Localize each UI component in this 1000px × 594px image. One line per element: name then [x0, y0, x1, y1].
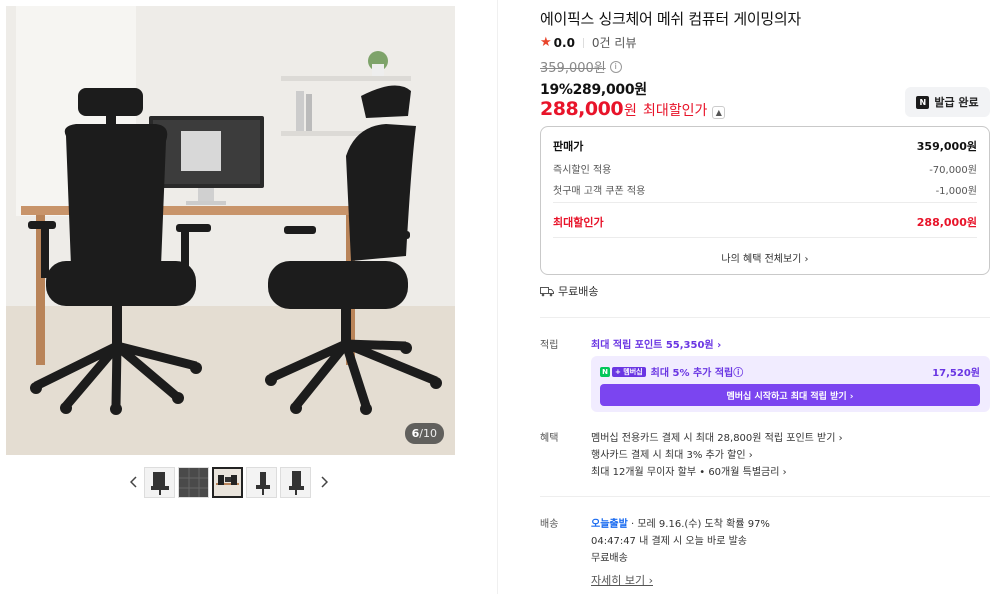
points-label: 적립 — [540, 340, 559, 351]
column-divider — [497, 0, 498, 594]
truck-icon — [540, 286, 554, 296]
thumbnail-strip — [124, 466, 334, 498]
delivery-eta-row: 오늘출발 · 모레 9.16.(수) 도착 확률 97% — [591, 515, 770, 530]
plus-membership-badge: + 멤버십 — [612, 366, 646, 377]
info-icon[interactable]: i — [609, 60, 622, 73]
product-main-image[interactable]: 6/10 — [6, 6, 455, 455]
max-discount-price: 288,000 — [540, 98, 624, 120]
price-row-label: 즉시할인 적용 — [553, 165, 612, 176]
coupon-issued-button[interactable]: N 발급 완료 — [905, 87, 990, 117]
price-row-value: 288,000원 — [916, 216, 977, 229]
discount-price: 19%289,000원 — [540, 82, 647, 98]
benefit-item-installment[interactable]: 최대 12개월 무이자 할부 • 60개월 특별금리 › — [591, 463, 787, 478]
naver-badge: N — [600, 366, 610, 377]
price-row-max-discount: 최대할인가 288,000원 — [553, 214, 977, 230]
naver-n-icon: N — [916, 95, 930, 109]
image-counter: 6/10 — [404, 423, 444, 444]
review-count-link[interactable]: 0건 리뷰 — [592, 34, 637, 51]
price-row-instant-discount: 즉시할인 적용 -70,000원 — [553, 161, 977, 176]
price-row-value: -70,000원 — [929, 165, 977, 176]
chair-side-thumb-icon — [256, 471, 270, 495]
section-divider — [540, 317, 990, 318]
chair-thumb-icon — [151, 471, 169, 495]
today-dispatch-badge: 오늘출발 — [591, 519, 628, 530]
section-divider — [540, 496, 990, 497]
price-row-label: 최대할인가 — [553, 216, 604, 229]
rating-divider — [582, 37, 584, 48]
thumbnail-4[interactable] — [246, 466, 277, 498]
product-photo — [6, 6, 455, 455]
thumbnail-prev-button[interactable] — [124, 466, 144, 498]
price-row-sale: 판매가 359,000원 — [553, 138, 977, 154]
max-discount-unit: 원 — [624, 103, 637, 119]
original-price: 359,000원 — [540, 61, 606, 76]
thumbnail-1[interactable] — [144, 466, 175, 498]
free-shipping-label: 무료배송 — [558, 285, 599, 298]
mesh-thumb-icon — [179, 467, 208, 497]
rating-row: ★ 0.0 0건 리뷰 — [540, 34, 637, 51]
counter-total: 10 — [423, 427, 437, 440]
max-points-link[interactable]: 최대 적립 포인트 55,350원 › — [591, 336, 721, 351]
delivery-free: 무료배송 — [591, 553, 628, 564]
delivery-detail-link[interactable]: 자세히 보기 › — [591, 572, 653, 588]
original-price-row: 359,000원 i — [540, 57, 622, 76]
benefit-item-card-points[interactable]: 멤버십 전용카드 결제 시 최대 28,800원 적립 포인트 받기 › — [591, 429, 843, 444]
price-row-value: 359,000원 — [916, 140, 977, 153]
chevron-up-icon[interactable]: ▲ — [712, 106, 726, 119]
membership-extra-label: N + 멤버십 최대 5% 추가 적립ⓘ — [600, 364, 743, 379]
membership-extra-text: 최대 5% 추가 적립ⓘ — [650, 368, 744, 379]
price-row-label: 첫구매 고객 쿠폰 적용 — [553, 186, 646, 197]
price-row-label: 판매가 — [553, 140, 584, 153]
star-icon: ★ — [540, 35, 552, 50]
thumbnail-next-button[interactable] — [314, 466, 334, 498]
price-box-divider — [553, 202, 977, 203]
delivery-eta: · 모레 9.16.(수) 도착 확률 97% — [627, 519, 770, 530]
benefit-item-event-card[interactable]: 행사카드 결제 시 최대 3% 추가 할인 › — [591, 446, 753, 461]
my-benefits-link[interactable]: 나의 혜택 전체보기 › — [541, 250, 989, 265]
max-discount-label: 최대할인가 — [642, 103, 708, 119]
membership-extra-value: 17,520원 — [932, 368, 980, 379]
rating-score: 0.0 — [553, 35, 575, 50]
price-box-divider — [553, 237, 977, 238]
coupon-button-label: 발급 완료 — [934, 96, 979, 109]
chevron-left-icon — [130, 476, 137, 488]
max-discount-row: 288,000 원 최대할인가 ▲ — [540, 98, 726, 120]
price-row-first-coupon: 첫구매 고객 쿠폰 적용 -1,000원 — [553, 182, 977, 197]
thumbnail-5[interactable] — [280, 466, 311, 498]
membership-box: N + 멤버십 최대 5% 추가 적립ⓘ 17,520원 멤버십 시작하고 최대… — [591, 356, 990, 412]
membership-start-button[interactable]: 멤버십 시작하고 최대 적립 받기 › — [600, 384, 980, 406]
delivery-deadline: 04:47:47 내 결제 시 오늘 바로 발송 — [591, 536, 747, 547]
delivery-label: 배송 — [540, 519, 559, 530]
chevron-right-icon — [321, 476, 328, 488]
membership-extra-row: N + 멤버십 최대 5% 추가 적립ⓘ 17,520원 — [600, 364, 980, 379]
thumbnail-3[interactable] — [212, 466, 243, 498]
free-shipping-row: 무료배송 — [540, 283, 598, 299]
desk-thumb-icon — [216, 474, 239, 485]
price-breakdown-box: 판매가 359,000원 즉시할인 적용 -70,000원 첫구매 고객 쿠폰 … — [540, 126, 990, 275]
price-row-value: -1,000원 — [935, 186, 977, 197]
chair-back-thumb-icon — [289, 470, 304, 495]
product-title: 에이픽스 싱크체어 메쉬 컴퓨터 게이밍의자 — [540, 10, 801, 28]
membership-badge: N + 멤버십 — [600, 366, 646, 377]
thumbnail-2[interactable] — [178, 466, 209, 498]
benefits-label: 혜택 — [540, 433, 559, 444]
